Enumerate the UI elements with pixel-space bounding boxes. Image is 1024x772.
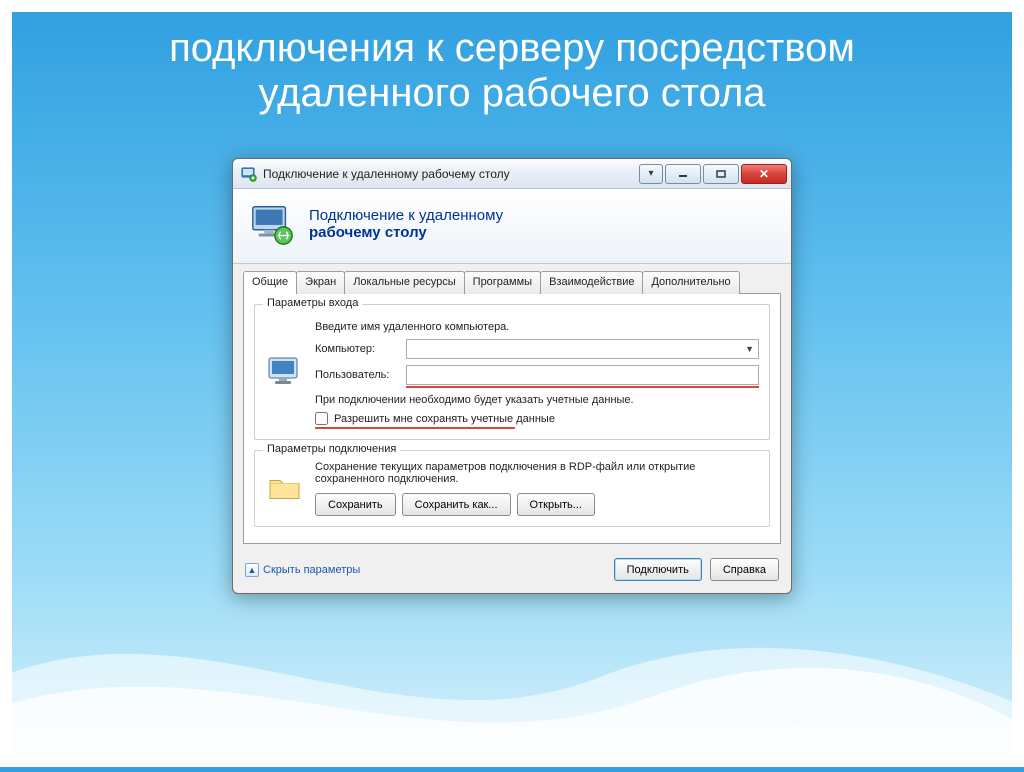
maximize-button[interactable]	[703, 164, 739, 184]
rdp-dialog: Подключение к удаленному рабочему столу …	[232, 158, 792, 594]
titlebar[interactable]: Подключение к удаленному рабочему столу …	[233, 159, 791, 189]
save-button[interactable]: Сохранить	[315, 493, 396, 516]
credentials-hint: При подключении необходимо будет указать…	[315, 394, 759, 406]
tab-display[interactable]: Экран	[296, 271, 345, 294]
tab-advanced[interactable]: Дополнительно	[642, 271, 739, 294]
sys-menu-button[interactable]: ▾	[639, 164, 663, 184]
save-credentials-checkbox[interactable]	[315, 412, 328, 425]
computer-label: Компьютер:	[315, 343, 400, 355]
save-as-button[interactable]: Сохранить как...	[402, 493, 511, 516]
system-buttons: ▾ ✕	[639, 164, 787, 184]
connection-legend: Параметры подключения	[263, 443, 400, 455]
tab-general[interactable]: Общие	[243, 271, 297, 294]
close-button[interactable]: ✕	[741, 164, 787, 184]
rdp-app-icon	[241, 166, 257, 182]
open-button[interactable]: Открыть...	[517, 493, 595, 516]
tab-local-resources[interactable]: Локальные ресурсы	[344, 271, 464, 294]
login-settings-group: Параметры входа Введите имя удаленного к…	[254, 304, 770, 440]
tab-strip: Общие Экран Локальные ресурсы Программы …	[233, 264, 791, 293]
login-legend: Параметры входа	[263, 297, 362, 309]
minimize-button[interactable]	[665, 164, 701, 184]
slide-title: подключения к серверу посредством удален…	[0, 0, 1024, 126]
save-credentials-label: Разрешить мне сохранять учетные данные	[334, 413, 555, 425]
dialog-header: Подключение к удаленному рабочему столу	[233, 189, 791, 264]
connect-button[interactable]: Подключить	[614, 558, 702, 581]
dialog-heading: Подключение к удаленному рабочему столу	[309, 207, 503, 241]
tab-programs[interactable]: Программы	[464, 271, 541, 294]
folder-icon	[265, 461, 305, 516]
computer-combobox[interactable]: ▼	[406, 339, 759, 359]
tab-panel-general: Параметры входа Введите имя удаленного к…	[243, 293, 781, 544]
login-instruction: Введите имя удаленного компьютера.	[315, 321, 759, 333]
computer-icon	[265, 315, 305, 429]
hide-options-label: Скрыть параметры	[263, 564, 360, 576]
remote-desktop-icon	[249, 201, 295, 247]
help-button[interactable]: Справка	[710, 558, 779, 581]
user-label: Пользователь:	[315, 369, 400, 381]
highlight-underline-user	[406, 386, 759, 388]
connection-description: Сохранение текущих параметров подключени…	[315, 461, 759, 485]
decorative-wave	[0, 587, 1024, 767]
highlight-underline-checkbox	[315, 427, 515, 429]
chevron-up-icon: ▲	[245, 563, 259, 577]
hide-options-link[interactable]: ▲ Скрыть параметры	[245, 563, 360, 577]
window-title: Подключение к удаленному рабочему столу	[263, 167, 639, 181]
connection-settings-group: Параметры подключения Сохранение текущих…	[254, 450, 770, 527]
user-input[interactable]	[406, 365, 759, 385]
dialog-footer: ▲ Скрыть параметры Подключить Справка	[233, 550, 791, 593]
chevron-down-icon: ▼	[745, 344, 754, 354]
watermark: tavalik.ru	[750, 697, 874, 731]
tab-experience[interactable]: Взаимодействие	[540, 271, 643, 294]
